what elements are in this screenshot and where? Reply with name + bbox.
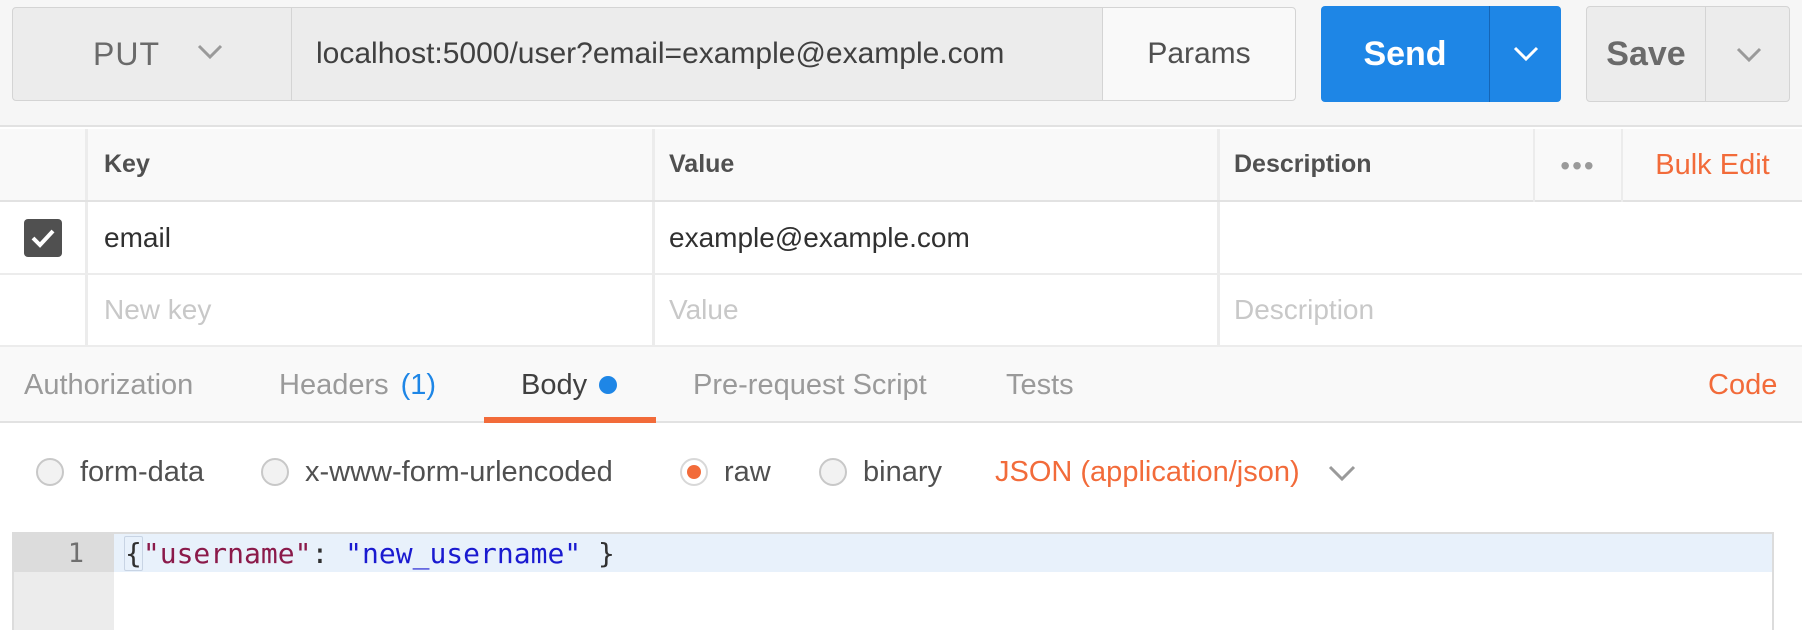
check-icon — [31, 229, 54, 248]
request-tabs: Authorization Headers (1) Body Pre-reque… — [0, 347, 1802, 423]
tab-label: Body — [521, 368, 588, 401]
json-value: "new_username" — [345, 536, 582, 570]
body-type-form-data[interactable]: form-data — [36, 423, 204, 521]
tab-label: Authorization — [24, 368, 194, 401]
row-checkbox[interactable] — [23, 218, 62, 257]
new-value-input[interactable]: Value — [655, 275, 1220, 345]
header-value: Value — [655, 129, 1220, 200]
modified-dot-icon — [599, 376, 618, 394]
content-type-select[interactable]: JSON (application/json) — [995, 423, 1300, 521]
row-check-cell — [0, 275, 88, 345]
tab-headers[interactable]: Headers (1) — [279, 347, 436, 423]
params-table-header: Key Value Description ••• Bulk Edit — [0, 129, 1802, 202]
body-type-binary[interactable]: binary — [819, 423, 942, 521]
radio-button-selected[interactable] — [680, 458, 708, 486]
chevron-down-icon — [1736, 47, 1762, 63]
table-row: email example@example.com — [0, 202, 1802, 275]
code-link[interactable]: Code — [1708, 347, 1777, 423]
send-options-button[interactable] — [1489, 6, 1561, 102]
body-type-raw[interactable]: raw — [680, 423, 771, 521]
close-brace: } — [581, 536, 615, 570]
param-description-input[interactable] — [1220, 202, 1802, 273]
radio-button[interactable] — [36, 458, 64, 486]
params-table: Key Value Description ••• Bulk Edit emai… — [0, 129, 1802, 347]
url-input[interactable]: localhost:5000/user?email=example@exampl… — [292, 7, 1102, 101]
new-key-input[interactable]: New key — [88, 275, 655, 345]
method-select[interactable]: PUT — [12, 7, 292, 101]
send-button-group: Send — [1321, 6, 1561, 102]
chevron-down-icon — [197, 44, 223, 60]
radio-button[interactable] — [261, 458, 289, 486]
tab-tests[interactable]: Tests — [1006, 347, 1074, 423]
tab-pre-request-script[interactable]: Pre-request Script — [693, 347, 927, 423]
new-description-input[interactable]: Description — [1220, 275, 1802, 345]
param-key-input[interactable]: email — [88, 202, 655, 273]
line-number: 1 — [14, 534, 114, 572]
row-check-cell — [0, 202, 88, 273]
body-editor[interactable]: 1 { "username": "new_username" } — [12, 532, 1774, 630]
send-button[interactable]: Send — [1321, 6, 1489, 102]
tab-label: Pre-request Script — [693, 368, 927, 401]
header-key: Key — [88, 129, 655, 200]
body-type-urlencoded[interactable]: x-www-form-urlencoded — [261, 423, 613, 521]
option-label: binary — [863, 455, 942, 488]
chevron-down-icon — [1513, 46, 1539, 62]
table-row-new: New key Value Description — [0, 275, 1802, 347]
method-label: PUT — [93, 35, 160, 72]
save-button[interactable]: Save — [1587, 7, 1705, 101]
body-type-selector: form-data x-www-form-urlencoded raw bina… — [0, 423, 1802, 521]
tab-label: Tests — [1006, 368, 1074, 401]
param-value-input[interactable]: example@example.com — [655, 202, 1220, 273]
code-line[interactable]: { "username": "new_username" } — [114, 534, 1772, 572]
request-bar: PUT localhost:5000/user?email=example@ex… — [0, 0, 1802, 127]
tab-body[interactable]: Body — [521, 347, 618, 423]
more-options-icon[interactable]: ••• — [1533, 129, 1623, 202]
option-label: x-www-form-urlencoded — [305, 455, 613, 488]
header-check-cell — [0, 129, 88, 200]
option-label: form-data — [80, 455, 205, 488]
save-options-button[interactable] — [1705, 7, 1790, 101]
radio-button[interactable] — [819, 458, 847, 486]
tab-authorization[interactable]: Authorization — [24, 347, 193, 423]
tab-label: Headers — [279, 368, 389, 401]
option-label: raw — [724, 455, 771, 488]
save-button-group: Save — [1586, 6, 1790, 102]
open-brace: { — [124, 535, 143, 571]
params-button[interactable]: Params — [1102, 7, 1296, 101]
json-key: "username" — [142, 536, 312, 570]
chevron-down-icon[interactable] — [1327, 463, 1357, 483]
json-colon: : — [311, 536, 346, 570]
headers-count-badge: (1) — [400, 368, 437, 401]
bulk-edit-link[interactable]: Bulk Edit — [1623, 129, 1802, 202]
